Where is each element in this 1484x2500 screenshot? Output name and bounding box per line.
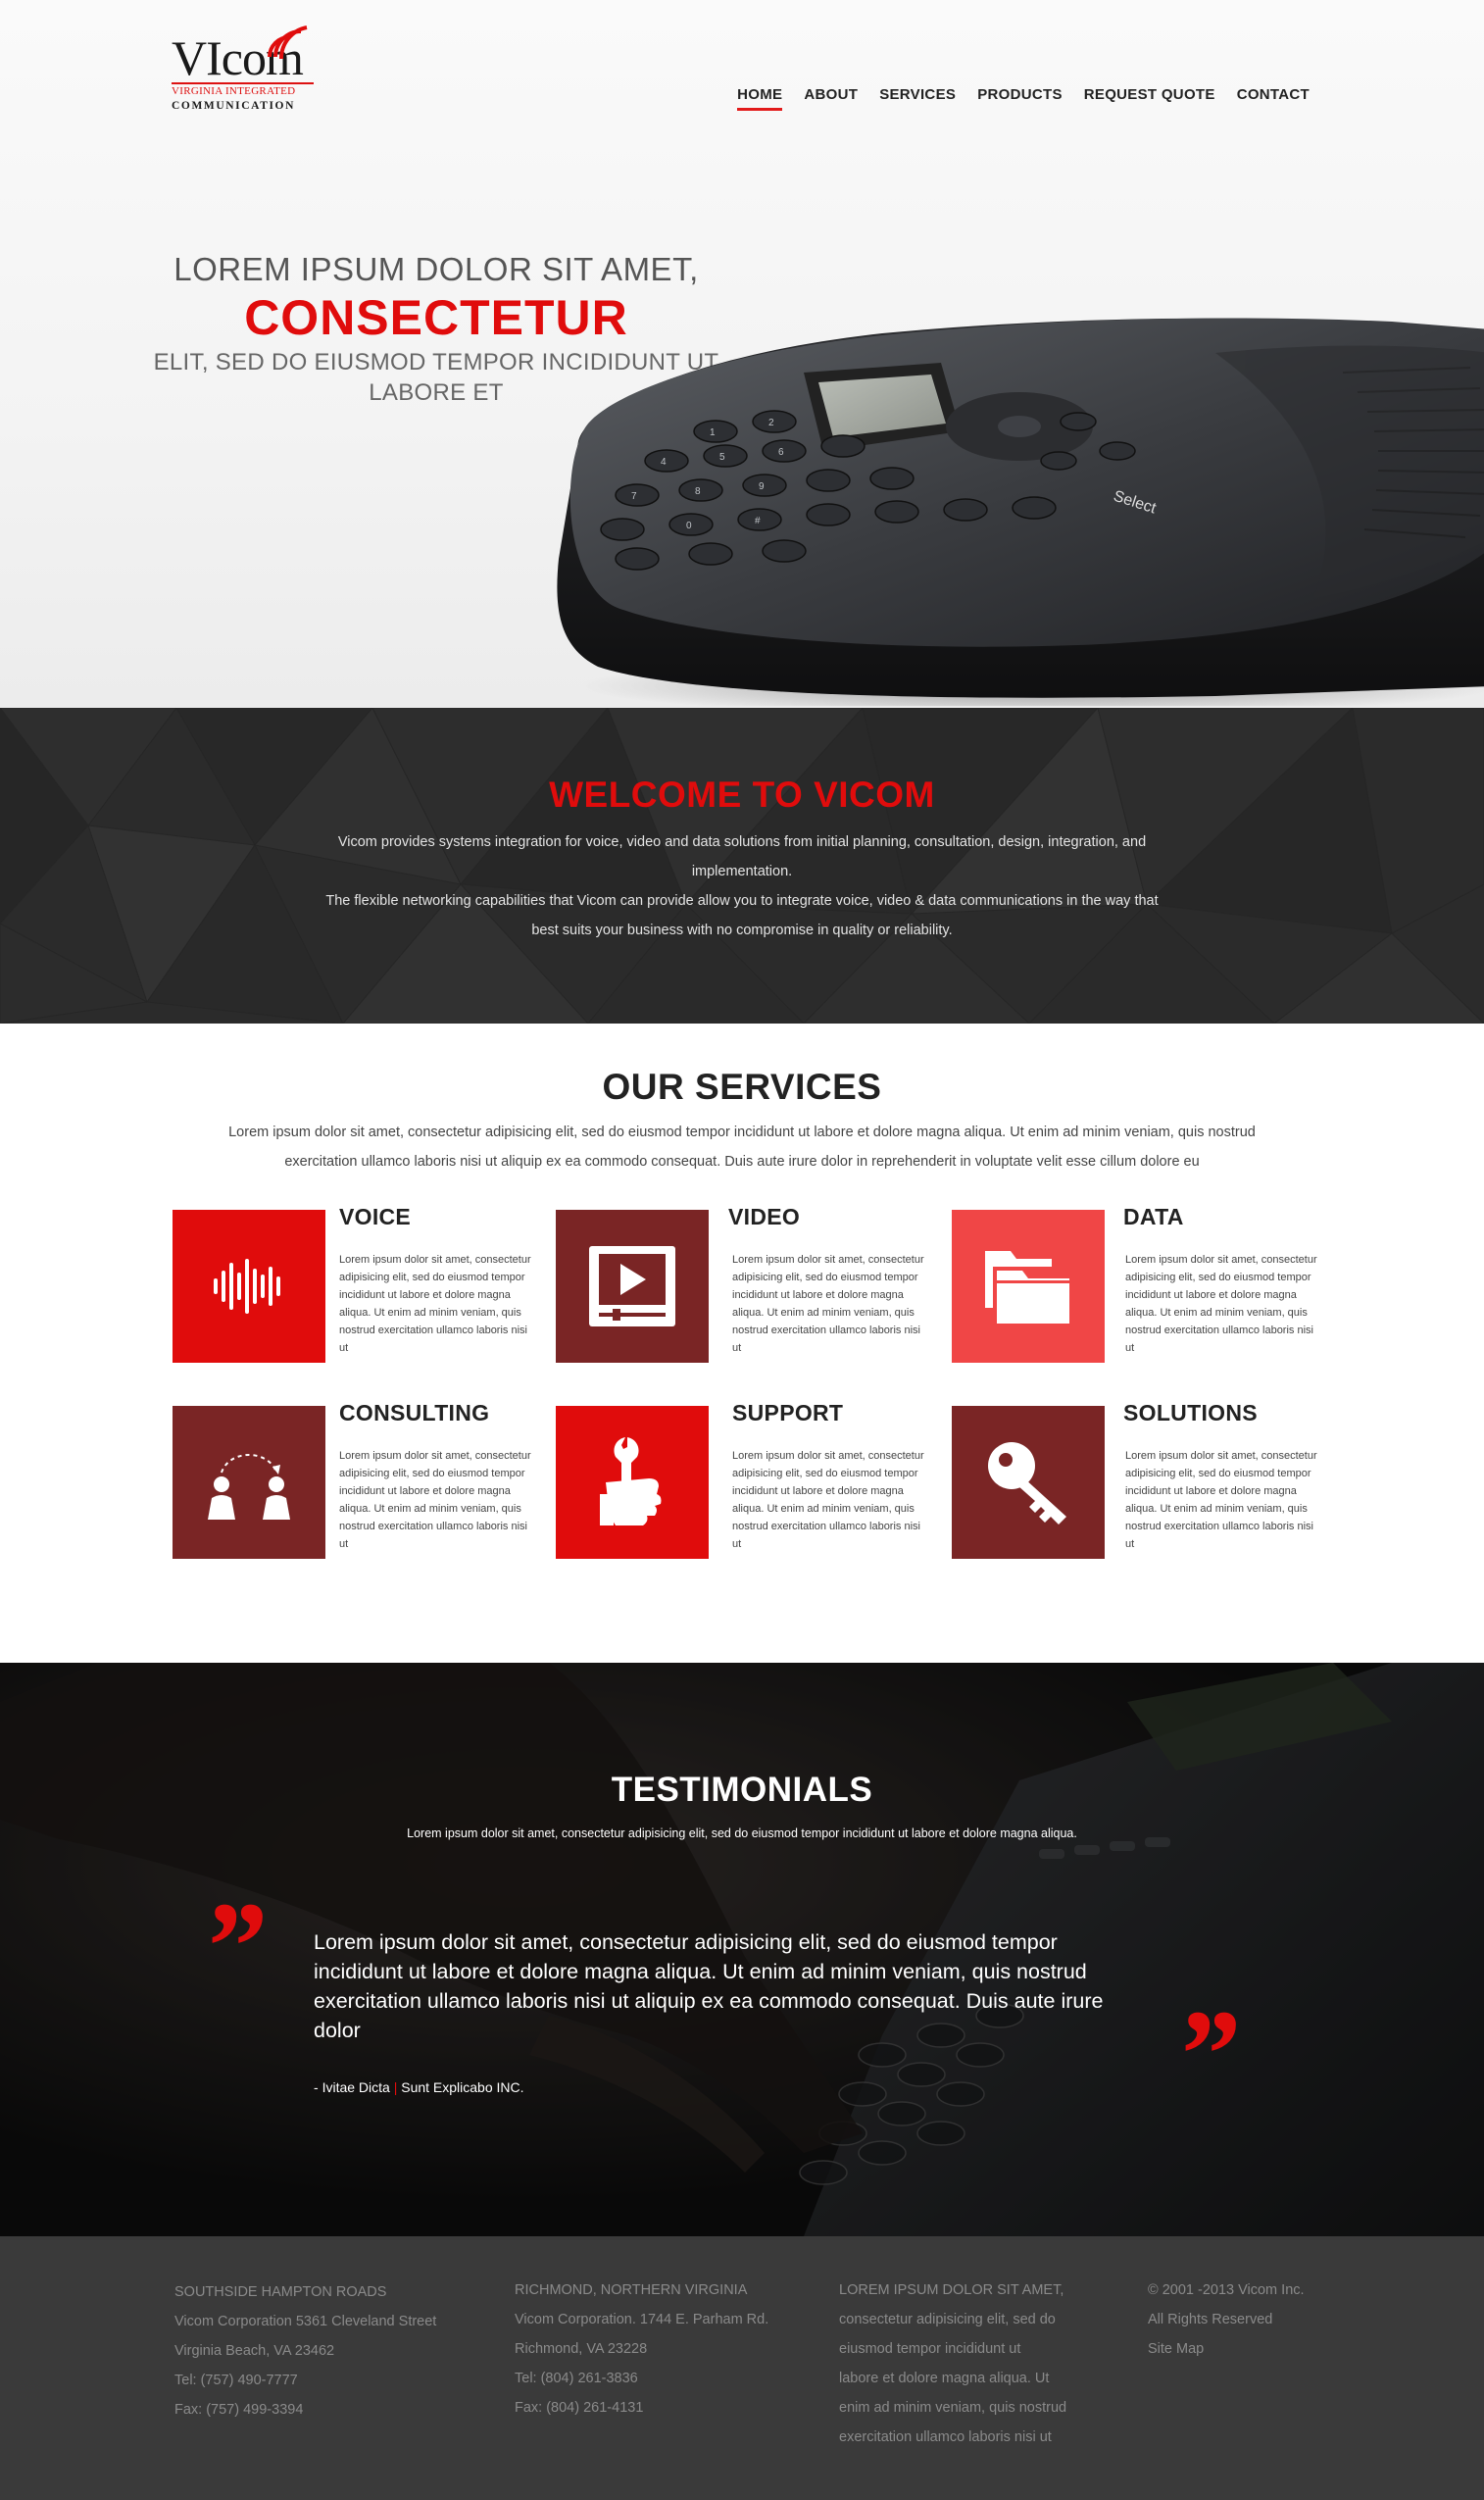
service-data[interactable]: DATA Lorem ipsum dolor sit amet, consect… xyxy=(952,1204,1324,1367)
footer-rights: All Rights Reserved xyxy=(1148,2312,1273,2327)
service-support-title: SUPPORT xyxy=(732,1400,844,1425)
testimonials-title: TESTIMONIALS xyxy=(611,1771,873,1809)
footer-text-line: consectetur adipisicing elit, sed do xyxy=(839,2312,1056,2327)
footer-col-heading: LOREM IPSUM DOLOR SIT AMET, xyxy=(839,2282,1064,2298)
svg-text:4: 4 xyxy=(661,457,667,468)
footer-phone: Tel: (757) 490-7777 xyxy=(174,2373,298,2388)
conference-phone-image: Select 12 456 789 0 # xyxy=(557,318,1484,706)
service-data-title: DATA xyxy=(1123,1204,1184,1229)
nav-contact[interactable]: CONTACT xyxy=(1237,86,1310,111)
services-section: OUR SERVICES Lorem ipsum dolor sit amet,… xyxy=(0,1024,1484,1663)
people-talking-icon xyxy=(173,1406,325,1559)
service-support-text: Lorem ipsum dolor sit amet, consectetur … xyxy=(732,1450,924,1550)
testimonial-author: - Ivitae Dicta | Sunt Explicabo INC. xyxy=(314,2079,524,2095)
service-video-text: Lorem ipsum dolor sit amet, consectetur … xyxy=(732,1254,924,1354)
wrench-hand-icon xyxy=(556,1406,709,1559)
service-consulting[interactable]: CONSULTING Lorem ipsum dolor sit amet, c… xyxy=(173,1400,545,1563)
author-name: Ivitae Dicta xyxy=(322,2079,390,2095)
svg-text:#: # xyxy=(755,516,761,526)
service-consulting-text: Lorem ipsum dolor sit amet, consectetur … xyxy=(339,1450,531,1550)
testimonials-subtitle: Lorem ipsum dolor sit amet, consectetur … xyxy=(407,1826,1077,1840)
author-company: Sunt Explicabo INC. xyxy=(401,2079,524,2095)
service-support[interactable]: SUPPORT Lorem ipsum dolor sit amet, cons… xyxy=(556,1400,928,1563)
site-footer: SOUTHSIDE HAMPTON ROADS Vicom Corporatio… xyxy=(0,2236,1484,2500)
footer-sitemap-link[interactable]: Site Map xyxy=(1148,2334,1305,2364)
video-player-icon xyxy=(556,1210,709,1363)
open-quote-icon: ” xyxy=(201,1876,265,2018)
nav-products[interactable]: PRODUCTS xyxy=(977,86,1063,111)
nav-request-quote[interactable]: REQUEST QUOTE xyxy=(1084,86,1215,111)
service-solutions[interactable]: SOLUTIONS Lorem ipsum dolor sit amet, co… xyxy=(952,1400,1324,1563)
author-prefix: - xyxy=(314,2079,322,2095)
svg-text:8: 8 xyxy=(695,486,701,497)
close-quote-icon: ” xyxy=(1174,1984,1238,2125)
footer-col-southside: SOUTHSIDE HAMPTON ROADS Vicom Corporatio… xyxy=(174,2277,436,2425)
signal-waves-icon xyxy=(268,25,308,60)
service-solutions-text: Lorem ipsum dolor sit amet, consectetur … xyxy=(1125,1450,1317,1550)
logo-tagline-bottom: COMMUNICATION xyxy=(172,100,295,112)
nav-about[interactable]: ABOUT xyxy=(804,86,858,111)
footer-fax: Fax: (804) 261-4131 xyxy=(515,2400,644,2416)
nav-home[interactable]: HOME xyxy=(737,86,783,111)
author-separator: | xyxy=(389,2079,402,2095)
svg-text:7: 7 xyxy=(631,491,637,502)
svg-text:0: 0 xyxy=(686,521,692,531)
welcome-section: WELCOME TO VICOM Vicom provides systems … xyxy=(0,708,1484,1024)
service-consulting-title: CONSULTING xyxy=(339,1400,490,1425)
svg-text:1: 1 xyxy=(710,427,716,438)
welcome-description: Vicom provides systems integration for v… xyxy=(321,827,1163,945)
welcome-title: WELCOME TO VICOM xyxy=(549,775,935,815)
key-icon xyxy=(952,1406,1105,1559)
footer-text-line: labore et dolore magna aliqua. Ut xyxy=(839,2371,1050,2386)
footer-col-richmond: RICHMOND, NORTHERN VIRGINIA Vicom Corpor… xyxy=(515,2275,768,2423)
svg-text:5: 5 xyxy=(719,452,725,463)
service-voice-title: VOICE xyxy=(339,1204,412,1229)
nav-services[interactable]: SERVICES xyxy=(879,86,956,111)
main-nav: HOME ABOUT SERVICES PRODUCTS REQUEST QUO… xyxy=(737,86,1310,111)
footer-col-about: LOREM IPSUM DOLOR SIT AMET, consectetur … xyxy=(839,2275,1066,2452)
testimonial-quote: Lorem ipsum dolor sit amet, consectetur … xyxy=(314,1930,1104,2042)
welcome-paragraph-2: The flexible networking capabilities tha… xyxy=(325,893,1159,938)
footer-text-line: eiusmod tempor incididunt ut xyxy=(839,2341,1021,2357)
footer-address-line: Richmond, VA 23228 xyxy=(515,2341,648,2357)
service-solutions-title: SOLUTIONS xyxy=(1123,1400,1258,1425)
footer-text-line: enim ad minim veniam, quis nostrud xyxy=(839,2400,1067,2416)
svg-text:6: 6 xyxy=(778,447,784,458)
footer-address-line: Vicom Corporation 5361 Cleveland Street xyxy=(174,2314,437,2329)
welcome-paragraph-1: Vicom provides systems integration for v… xyxy=(337,834,1147,879)
sound-wave-icon xyxy=(173,1210,325,1363)
service-video-title: VIDEO xyxy=(728,1204,801,1229)
service-voice[interactable]: VOICE Lorem ipsum dolor sit amet, consec… xyxy=(173,1204,545,1367)
footer-col-legal: © 2001 -2013 Vicom Inc. All Rights Reser… xyxy=(1148,2275,1305,2364)
hero-line-1: LOREM IPSUM DOLOR SIT AMET, xyxy=(173,251,699,287)
footer-fax: Fax: (757) 499-3394 xyxy=(174,2402,304,2418)
service-video[interactable]: VIDEO Lorem ipsum dolor sit amet, consec… xyxy=(556,1204,928,1367)
folders-icon xyxy=(952,1210,1105,1363)
vicom-logo[interactable]: VIcom VIRGINIA INTEGRATED COMMUNICATION xyxy=(172,18,314,112)
services-intro: Lorem ipsum dolor sit amet, consectetur … xyxy=(228,1125,1256,1170)
footer-col-heading: SOUTHSIDE HAMPTON ROADS xyxy=(174,2284,387,2300)
footer-address-line: Virginia Beach, VA 23462 xyxy=(174,2343,335,2359)
testimonials-section: TESTIMONIALS Lorem ipsum dolor sit amet,… xyxy=(0,1663,1484,2236)
service-data-text: Lorem ipsum dolor sit amet, consectetur … xyxy=(1125,1254,1317,1354)
svg-text:9: 9 xyxy=(759,481,765,492)
hero-section: VIcom VIRGINIA INTEGRATED COMMUNICATION … xyxy=(0,0,1484,708)
footer-address-line: Vicom Corporation. 1744 E. Parham Rd. xyxy=(515,2312,769,2327)
logo-tagline-top: VIRGINIA INTEGRATED xyxy=(172,82,314,97)
footer-phone: Tel: (804) 261-3836 xyxy=(515,2371,638,2386)
svg-text:2: 2 xyxy=(768,418,774,428)
service-voice-text: Lorem ipsum dolor sit amet, consectetur … xyxy=(339,1254,531,1354)
services-title: OUR SERVICES xyxy=(602,1067,882,1107)
footer-col-heading: RICHMOND, NORTHERN VIRGINIA xyxy=(515,2282,748,2298)
footer-text-line: exercitation ullamco laboris nisi ut xyxy=(839,2429,1052,2445)
footer-copyright: © 2001 -2013 Vicom Inc. xyxy=(1148,2282,1305,2298)
